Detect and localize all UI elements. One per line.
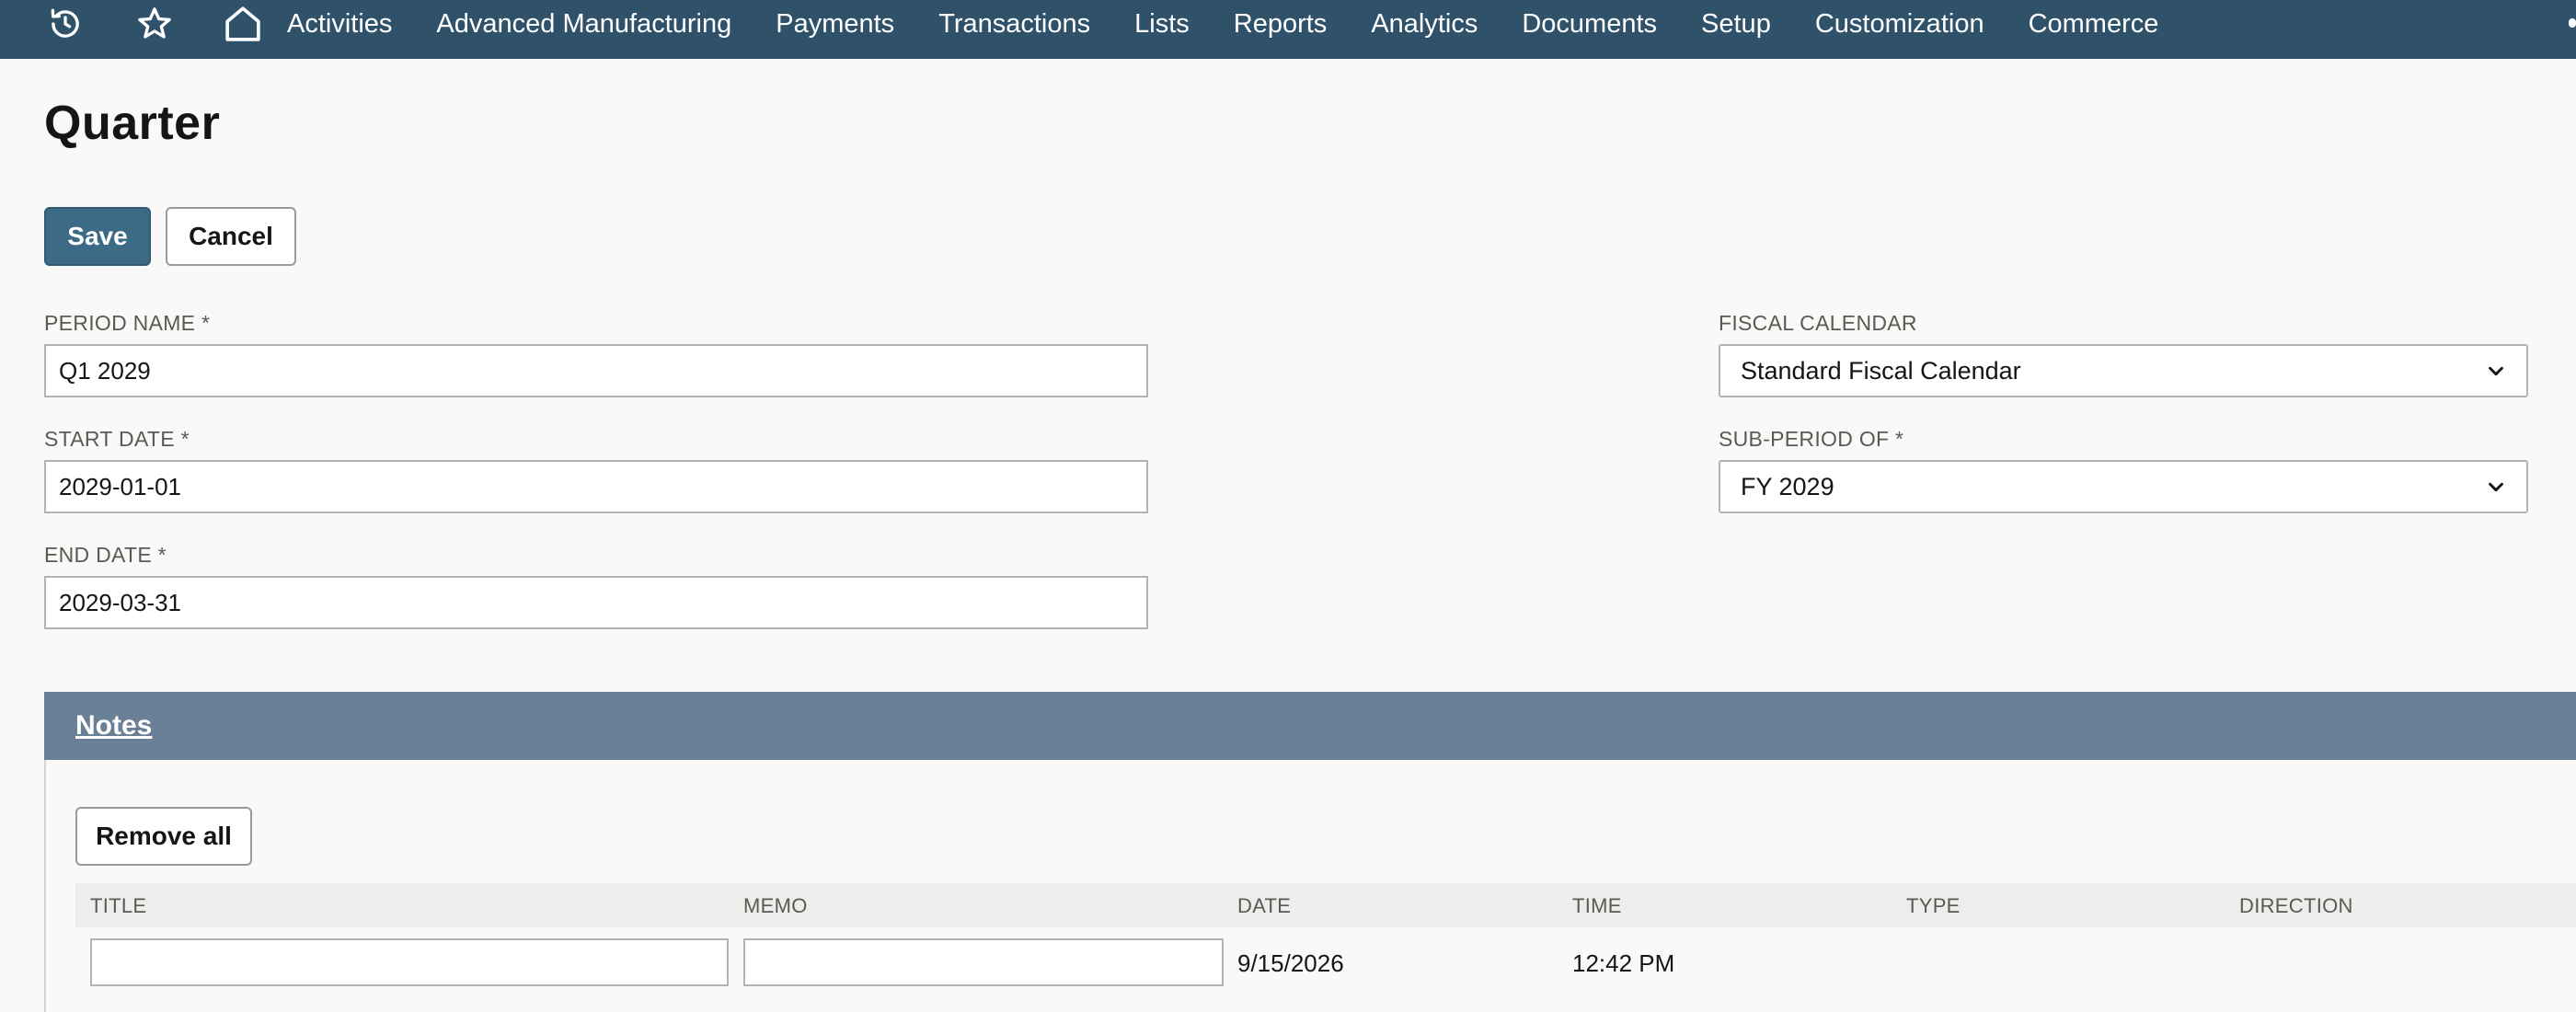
home-icon[interactable] [217,0,269,48]
nav-item-commerce[interactable]: Commerce [2029,9,2159,40]
sub-period-of-select[interactable]: FY 2029 [1719,460,2528,513]
start-date-label: START DATE * [44,427,190,451]
column-header-type: TYPE [1906,894,1961,917]
note-memo-input[interactable] [743,938,1224,986]
page-title: Quarter [44,97,221,150]
start-date-input[interactable] [44,460,1148,513]
nav-item-advanced-manufacturing[interactable]: Advanced Manufacturing [436,9,731,40]
note-title-input[interactable] [90,938,729,986]
cancel-button[interactable]: Cancel [166,207,296,266]
fiscal-calendar-select[interactable]: Standard Fiscal Calendar [1719,344,2528,397]
nav-item-customization[interactable]: Customization [1815,9,1984,40]
note-time-value: 12:42 PM [1572,949,1675,977]
end-date-input[interactable] [44,576,1148,629]
nav-item-setup[interactable]: Setup [1701,9,1771,40]
nav-item-lists[interactable]: Lists [1134,9,1190,40]
column-header-direction: DIRECTION [2239,894,2353,917]
nav-item-transactions[interactable]: Transactions [938,9,1090,40]
period-name-label: PERIOD NAME * [44,311,211,335]
note-date-value: 9/15/2026 [1237,949,1344,977]
nav-item-payments[interactable]: Payments [776,9,894,40]
nav-item-documents[interactable]: Documents [1522,9,1657,40]
column-header-memo: MEMO [743,894,808,917]
end-date-label: END DATE * [44,543,167,567]
notes-section-header: Notes [44,692,2576,760]
fiscal-calendar-value: Standard Fiscal Calendar [1741,356,2021,385]
nav-menu: Activities Advanced Manufacturing Paymen… [287,0,2202,48]
remove-all-button[interactable]: Remove all [75,807,252,866]
sub-period-of-value: FY 2029 [1741,472,1834,500]
history-icon[interactable] [40,0,91,48]
top-navigation-bar: Activities Advanced Manufacturing Paymen… [0,0,2576,59]
column-header-title: TITLE [90,894,147,917]
nav-item-analytics[interactable]: Analytics [1371,9,1478,40]
chevron-down-icon [2486,361,2506,381]
save-button[interactable]: Save [44,207,151,266]
notes-table-header: TITLE MEMO DATE TIME TYPE DIRECTION [75,883,2576,927]
notes-tab-link[interactable]: Notes [75,710,152,742]
column-header-date: DATE [1237,894,1292,917]
period-name-input[interactable] [44,344,1148,397]
column-header-time: TIME [1572,894,1622,917]
fiscal-calendar-label: FISCAL CALENDAR [1719,311,1917,335]
nav-item-reports[interactable]: Reports [1234,9,1328,40]
chevron-down-icon [2486,477,2506,497]
nav-overflow-icon[interactable] [2569,18,2576,28]
star-icon[interactable] [129,0,180,48]
sub-period-of-label: SUB-PERIOD OF * [1719,427,1904,451]
nav-item-activities[interactable]: Activities [287,9,392,40]
